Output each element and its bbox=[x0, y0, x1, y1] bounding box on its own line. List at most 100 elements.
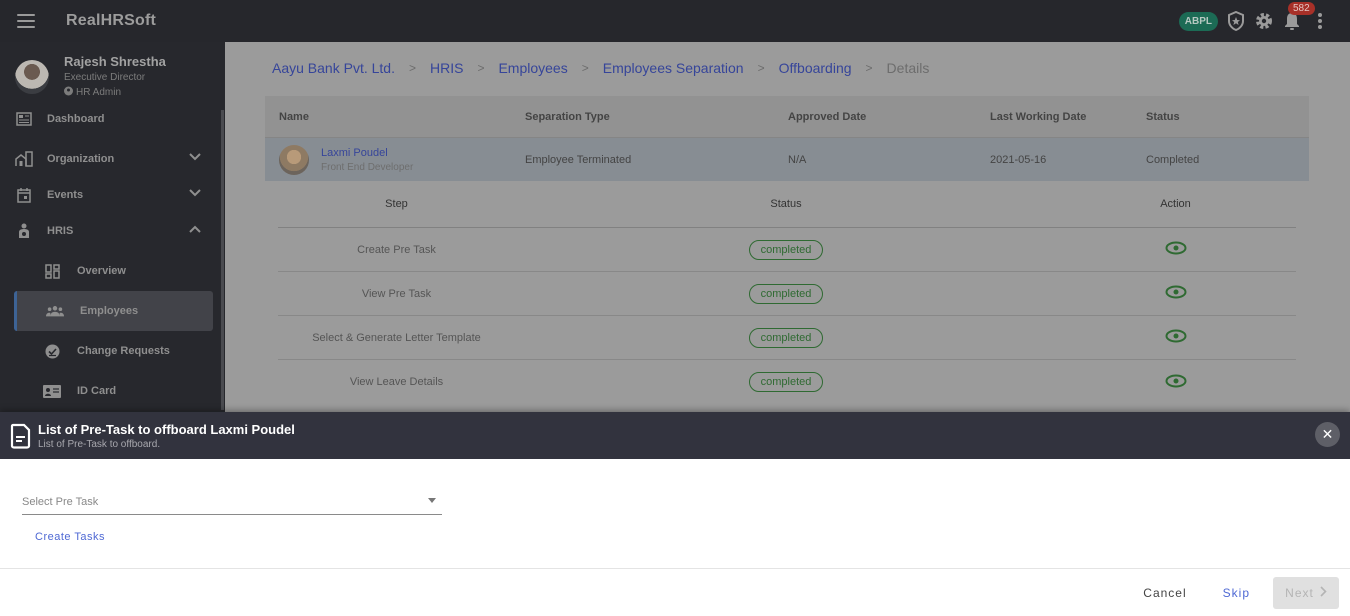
chevron-down-icon[interactable] bbox=[189, 152, 201, 164]
user-profile[interactable]: Rajesh Shrestha Executive Director HR Ad… bbox=[0, 42, 225, 108]
sidebar-item-label: Employees bbox=[80, 305, 139, 317]
pre-task-drawer: List of Pre-Task to offboard Laxmi Poude… bbox=[0, 412, 1350, 616]
sidebar-item-label: Dashboard bbox=[47, 113, 105, 125]
close-icon: ✕ bbox=[1321, 426, 1334, 442]
org-badge[interactable]: ABPL bbox=[1178, 11, 1218, 31]
column-header-approved-date: Approved Date bbox=[788, 110, 867, 123]
sidebar-item-id-card[interactable]: ID Card bbox=[0, 371, 225, 411]
offboarding-steps-table: Step Status Action Create Pre Task compl… bbox=[278, 181, 1296, 404]
employee-name-link[interactable]: Laxmi Poudel bbox=[321, 147, 413, 159]
step-row: View Pre Task completed bbox=[278, 272, 1296, 316]
person-icon bbox=[15, 222, 33, 240]
document-icon bbox=[10, 423, 32, 449]
sidebar-item-label: ID Card bbox=[77, 385, 117, 397]
sidebar-item-label: Change Requests bbox=[77, 345, 170, 357]
sidebar-item-organization[interactable]: Organization bbox=[0, 141, 225, 177]
app-title: RealHRSoft bbox=[66, 12, 157, 29]
status-badge: completed bbox=[748, 283, 824, 304]
chevron-right-icon bbox=[1320, 585, 1327, 600]
table-header: Name Separation Type Approved Date Last … bbox=[265, 96, 1309, 138]
step-name: Select & Generate Letter Template bbox=[312, 331, 481, 344]
breadcrumb-offboarding[interactable]: Offboarding bbox=[779, 60, 852, 76]
avatar bbox=[15, 60, 49, 94]
eye-icon[interactable] bbox=[1165, 285, 1187, 302]
drawer-footer: Cancel Skip Next bbox=[0, 569, 1350, 616]
table-row[interactable]: Laxmi Poudel Front End Developer Employe… bbox=[265, 138, 1309, 181]
drawer-header: List of Pre-Task to offboard Laxmi Poude… bbox=[0, 412, 1350, 459]
user-permission: HR Admin bbox=[76, 87, 122, 98]
sidebar-item-label: HRIS bbox=[47, 225, 74, 237]
close-button[interactable]: ✕ bbox=[1315, 422, 1340, 447]
sidebar-item-dashboard[interactable]: Dashboard bbox=[0, 106, 225, 132]
next-label: Next bbox=[1285, 585, 1314, 600]
breadcrumb-employees[interactable]: Employees bbox=[498, 60, 567, 76]
next-button[interactable]: Next bbox=[1273, 576, 1339, 609]
breadcrumb-current: Details bbox=[886, 60, 930, 76]
employee-separation-table: Name Separation Type Approved Date Last … bbox=[265, 96, 1309, 404]
breadcrumb-organization[interactable]: Aayu Bank Pvt. Ltd. bbox=[272, 60, 395, 76]
drawer-title: List of Pre-Task to offboard Laxmi Poude… bbox=[38, 421, 295, 437]
breadcrumb-separator: > bbox=[865, 61, 873, 75]
pre-task-select[interactable]: Select Pre Task bbox=[22, 489, 442, 515]
sidebar-item-label: Organization bbox=[47, 153, 115, 165]
dashboard-icon bbox=[15, 110, 33, 128]
steps-header: Step Status Action bbox=[278, 181, 1296, 228]
sidebar-item-events[interactable]: Events bbox=[0, 177, 225, 213]
sidebar-item-overview[interactable]: Overview bbox=[0, 251, 225, 291]
breadcrumb-separator: > bbox=[408, 61, 416, 75]
last-working-date: 2021-05-16 bbox=[990, 153, 1047, 166]
user-name: Rajesh Shrestha bbox=[64, 54, 166, 69]
column-header-step: Step bbox=[385, 198, 408, 210]
employee-designation: Front End Developer bbox=[321, 161, 414, 173]
check-circle-icon bbox=[43, 342, 61, 360]
column-header-last-working-date: Last Working Date bbox=[990, 110, 1087, 123]
sidebar-item-change-requests[interactable]: Change Requests bbox=[0, 331, 225, 371]
sidebar-item-label: Events bbox=[47, 189, 84, 201]
skip-button[interactable]: Skip bbox=[1223, 586, 1250, 600]
breadcrumb-separator: > bbox=[757, 61, 765, 75]
column-header-status: Status bbox=[1146, 110, 1180, 123]
breadcrumb-employees-separation[interactable]: Employees Separation bbox=[603, 60, 744, 76]
organization-icon bbox=[15, 150, 33, 168]
cancel-button[interactable]: Cancel bbox=[1143, 586, 1186, 600]
sidebar-item-label: Overview bbox=[77, 265, 126, 277]
overview-icon bbox=[43, 262, 61, 280]
eye-icon[interactable] bbox=[1165, 241, 1187, 258]
menu-icon[interactable] bbox=[17, 14, 35, 28]
gear-icon[interactable] bbox=[1254, 11, 1274, 31]
approved-date: N/A bbox=[788, 153, 807, 166]
employee-avatar bbox=[279, 144, 309, 175]
column-header-name: Name bbox=[279, 110, 309, 123]
step-name: View Leave Details bbox=[349, 376, 444, 388]
column-header-separation-type: Separation Type bbox=[525, 110, 610, 123]
chevron-up-icon[interactable] bbox=[189, 224, 201, 236]
separation-type: Employee Terminated bbox=[525, 153, 632, 166]
id-card-icon bbox=[43, 382, 61, 400]
step-row: Select & Generate Letter Template comple… bbox=[278, 316, 1296, 360]
sidebar-scrollbar[interactable] bbox=[221, 110, 224, 410]
step-row: View Leave Details completed bbox=[278, 360, 1296, 404]
drawer-body: Select Pre Task Create Tasks bbox=[0, 459, 1350, 569]
chevron-down-icon[interactable] bbox=[189, 188, 201, 200]
top-bar: RealHRSoft ABPL 582 bbox=[0, 0, 1350, 42]
step-name: View Pre Task bbox=[361, 287, 432, 300]
step-name: Create Pre Task bbox=[357, 243, 436, 256]
column-header-action: Action bbox=[1160, 198, 1191, 210]
shield-star-icon[interactable] bbox=[1226, 11, 1246, 31]
drawer-subtitle: List of Pre-Task to offboard. bbox=[38, 438, 161, 450]
calendar-icon bbox=[15, 186, 33, 204]
group-icon bbox=[46, 302, 64, 320]
caret-down-icon bbox=[428, 498, 436, 503]
sidebar-item-employees[interactable]: Employees bbox=[14, 291, 213, 331]
sidebar-item-hris[interactable]: HRIS bbox=[0, 213, 225, 249]
status-badge: completed bbox=[748, 372, 824, 392]
eye-icon[interactable] bbox=[1165, 329, 1187, 346]
breadcrumb-separator: > bbox=[581, 61, 589, 75]
create-tasks-link[interactable]: Create Tasks bbox=[35, 531, 105, 543]
breadcrumb-separator: > bbox=[477, 61, 485, 75]
eye-icon[interactable] bbox=[1165, 374, 1187, 391]
bell-icon[interactable]: 582 bbox=[1282, 2, 1315, 31]
breadcrumb-hris[interactable]: HRIS bbox=[430, 60, 463, 76]
more-vert-icon[interactable] bbox=[1310, 11, 1330, 31]
column-header-status: Status bbox=[770, 198, 802, 210]
